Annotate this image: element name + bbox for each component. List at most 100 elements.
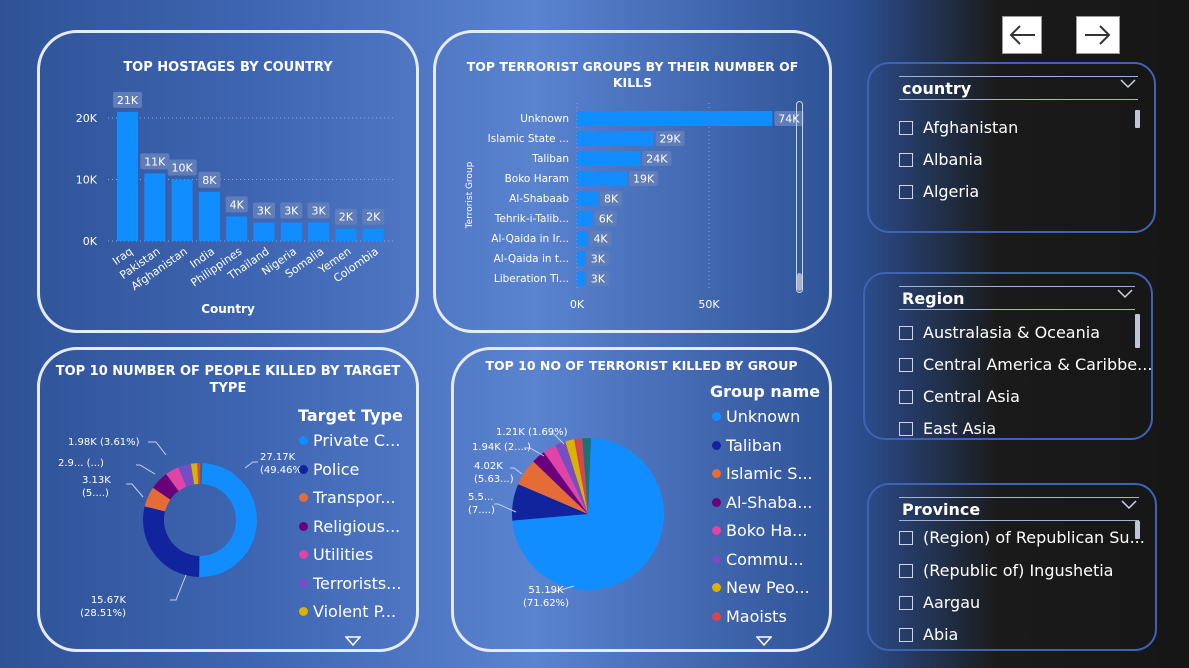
groups-data-label: 6K	[599, 213, 614, 226]
hostages-data-label: 2K	[339, 211, 354, 224]
group-killed-data-label: 51.19K	[528, 585, 564, 596]
checkbox[interactable]	[899, 421, 913, 436]
target-type-legend-item[interactable]: Terrorists...	[299, 574, 401, 593]
groups-bar[interactable]	[577, 191, 599, 206]
people-killed-donut-chart[interactable]: 27.17K (49.46%) 15.67K (28.51%) 3.13K (5....)…	[40, 400, 300, 650]
groups-xtick: 50K	[698, 298, 720, 311]
region-item[interactable]: Central Asia	[899, 387, 1020, 406]
groups-data-label: 24K	[646, 153, 668, 166]
people-killed-slice[interactable]	[142, 506, 200, 577]
group-name-legend-item[interactable]: Al-Shaba...	[712, 493, 812, 512]
groups-bar[interactable]	[577, 111, 773, 126]
group-killed-pie-chart[interactable]: 51.19K (71.62%) 5.5... (7....) 4.02K (5.63...…	[454, 390, 714, 650]
group-name-legend-item[interactable]: Boko Ha...	[712, 521, 807, 540]
groups-bar[interactable]	[577, 211, 593, 226]
province-item-label: (Republic of) Ingushetia	[923, 561, 1114, 580]
group-name-legend-item[interactable]: Maoists	[712, 607, 787, 626]
people-killed-data-label: 2.9... (...)	[58, 458, 104, 469]
legend-dot-icon	[299, 436, 308, 445]
checkbox[interactable]	[899, 530, 913, 545]
region-slicer: Region Australasia & Oceania Central Ame…	[863, 272, 1153, 440]
checkbox[interactable]	[899, 563, 913, 578]
target-type-legend-item[interactable]: Religious...	[299, 517, 400, 536]
hostages-data-label: 3K	[311, 205, 326, 218]
group-killed-scroll-down-icon[interactable]	[756, 636, 772, 646]
checkbox[interactable]	[899, 389, 913, 404]
hostages-bar[interactable]	[171, 179, 193, 242]
group-name-legend-item[interactable]: Unknown	[712, 407, 800, 426]
forward-arrow-button[interactable]	[1076, 16, 1120, 54]
groups-bar[interactable]	[577, 271, 585, 286]
country-slicer-header[interactable]: country	[899, 76, 1138, 100]
legend-dot-icon	[712, 611, 721, 621]
back-arrow-button[interactable]	[1002, 16, 1042, 54]
checkbox[interactable]	[899, 325, 913, 340]
groups-bar[interactable]	[577, 171, 628, 186]
country-item-algeria[interactable]: Algeria	[899, 182, 979, 201]
hostages-bar[interactable]	[253, 222, 275, 241]
country-item-label: Algeria	[923, 182, 980, 201]
group-name-legend-item[interactable]: Taliban	[712, 436, 782, 455]
group-killed-data-label: (5.63...)	[474, 474, 514, 485]
group-name-legend-item[interactable]: Commu...	[712, 550, 804, 569]
hostages-bar-chart[interactable]: 20K10K0K21KIraq11KPakistan10KAfghanistan…	[40, 63, 416, 333]
province-item[interactable]: (Region) of Republican Su...	[899, 528, 1145, 547]
group-name-legend-item[interactable]: New Peo...	[712, 578, 810, 597]
checkbox[interactable]	[899, 184, 913, 199]
hostages-bar[interactable]	[198, 191, 220, 241]
hostages-data-label: 11K	[144, 155, 166, 168]
province-scrollbar[interactable]	[1135, 521, 1140, 539]
people-killed-scroll-down-icon[interactable]	[345, 636, 361, 646]
province-item[interactable]: Aargau	[899, 593, 980, 612]
checkbox[interactable]	[899, 627, 913, 642]
group-name-legend-item[interactable]: Islamic S...	[712, 464, 813, 483]
region-item[interactable]: East Asia	[899, 419, 996, 438]
region-slicer-header[interactable]: Region	[899, 286, 1135, 310]
country-item-afghanistan[interactable]: Afghanistan	[899, 118, 1018, 137]
target-type-legend-item[interactable]: Transpor...	[299, 488, 396, 507]
hostages-bar[interactable]	[362, 228, 384, 241]
group-killed-title: TOP 10 NO OF TERRORIST KILLED BY GROUP	[485, 358, 798, 373]
groups-scrollbar-lower[interactable]	[797, 273, 802, 291]
checkbox[interactable]	[899, 120, 913, 135]
hostages-bar[interactable]	[117, 111, 138, 241]
group-name-legend-label: Taliban	[726, 435, 782, 455]
groups-category-label: Tehrik-i-Talib...	[494, 213, 569, 225]
region-item-label: Central Asia	[923, 387, 1020, 406]
province-item-label: (Region) of Republican Su...	[923, 528, 1145, 547]
group-name-legend-label: Islamic S...	[726, 464, 813, 483]
groups-bar[interactable]	[577, 131, 654, 146]
group-name-legend-label: Al-Shaba...	[726, 492, 813, 512]
country-item-albania[interactable]: Albania	[899, 150, 983, 169]
checkbox[interactable]	[899, 595, 913, 610]
target-type-legend-item[interactable]: Police	[299, 460, 359, 479]
hostages-bar[interactable]	[335, 228, 357, 241]
target-type-legend-item[interactable]: Violent P...	[299, 602, 396, 621]
target-type-legend-item[interactable]: Private C...	[299, 431, 400, 450]
target-type-legend-label: Police	[313, 459, 360, 479]
checkbox[interactable]	[899, 152, 913, 167]
groups-bar[interactable]	[577, 231, 588, 246]
groups-scrollbar[interactable]	[796, 101, 803, 293]
groups-bar[interactable]	[577, 251, 585, 266]
chevron-down-icon[interactable]	[1121, 498, 1137, 510]
groups-kills-bar-chart[interactable]: 0K 50KTerrorist GroupUnknown 74KIslamic St…	[436, 95, 829, 335]
province-item[interactable]: (Republic of) Ingushetia	[899, 561, 1113, 580]
chevron-down-icon[interactable]	[1117, 287, 1133, 299]
group-killed-data-label: 1.21K (1.69%)	[496, 427, 568, 438]
hostages-bar[interactable]	[308, 222, 330, 241]
target-type-legend-item[interactable]: Utilities	[299, 545, 373, 564]
province-slicer-header[interactable]: Province	[899, 497, 1139, 521]
people-killed-slice[interactable]	[199, 463, 258, 577]
hostages-bar[interactable]	[226, 216, 248, 241]
groups-bar[interactable]	[577, 151, 641, 166]
region-item[interactable]: Australasia & Oceania	[899, 323, 1100, 342]
chevron-down-icon[interactable]	[1120, 77, 1136, 89]
country-scrollbar[interactable]	[1135, 110, 1140, 128]
province-item[interactable]: Abia	[899, 625, 958, 644]
checkbox[interactable]	[899, 357, 913, 372]
hostages-bar[interactable]	[144, 173, 166, 241]
region-item[interactable]: Central America & Caribbe...	[899, 355, 1151, 374]
region-scrollbar[interactable]	[1135, 314, 1140, 348]
hostages-bar[interactable]	[280, 222, 302, 241]
